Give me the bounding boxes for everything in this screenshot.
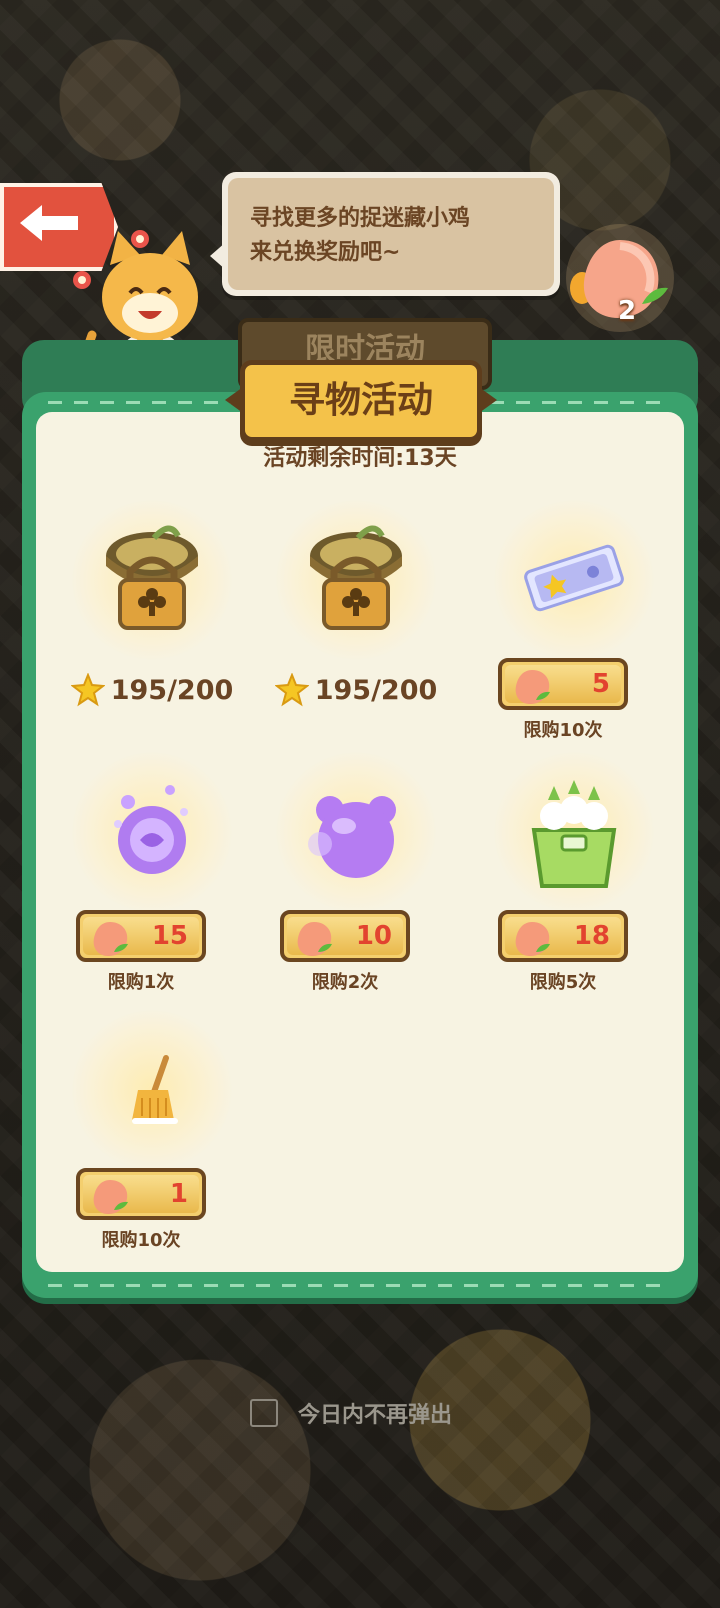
reward-item-locked-pot-2[interactable]: 195/200 [256,500,456,740]
buy-price-button[interactable]: 18 [498,910,628,962]
dont-show-today-checkbox[interactable] [250,1399,278,1427]
price-value: 18 [573,921,610,951]
buy-price-button[interactable]: 15 [76,910,206,962]
event-remaining-time: 活动剩余时间:13天 [263,446,457,471]
star-progress-value: 195/200 [110,674,234,706]
reward-item-broom[interactable]: 1 限购10次 [52,1010,252,1251]
speech-bubble-text: 寻找更多的捉迷藏小鸡 来兑换奖励吧~ [228,178,554,290]
purchase-limit: 限购5次 [529,972,597,993]
speech-bubble: 寻找更多的捉迷藏小鸡 来兑换奖励吧~ [210,172,560,296]
star-progress: 195/200 [256,670,456,710]
peach-count: 2 [618,296,637,326]
purchase-limit: 限购10次 [523,720,603,741]
purple-bear-bubble-icon [308,796,396,878]
peach-icon [297,922,332,956]
peach-icon [515,670,550,704]
price-value: 1 [169,1179,188,1209]
buy-price-button[interactable]: 1 [76,1168,206,1220]
price-value: 5 [591,669,610,699]
green-bag-icon [531,780,617,888]
speech-bubble-tail [210,242,226,270]
peach-currency-counter: 2 [560,218,680,338]
price-value: 15 [151,921,188,951]
lock-pot-icon [310,525,402,630]
reward-item-locked-pot-1[interactable]: 195/200 [52,500,252,740]
ticket-icon [524,544,624,612]
star-icon [274,673,309,707]
reward-item-purple-orb[interactable] [0,0,200,240]
peach-icon [515,922,550,956]
star-progress: 195/200 [52,670,252,710]
broom-icon [132,1055,178,1124]
reward-item-purple-orb[interactable]: 15 限购1次 [52,752,252,993]
dont-show-today-label: 今日内不再弹出 [298,1403,453,1428]
buy-price-button[interactable]: 5 [498,658,628,710]
lock-pot-icon [106,525,198,630]
dont-show-today-option[interactable]: 今日内不再弹出 [250,1398,452,1428]
star-progress-value: 195/200 [314,674,438,706]
reward-item-green-bag[interactable]: 18 限购5次 [474,752,674,993]
purple-orb-icon [114,785,188,874]
tab-find-items-event[interactable]: 寻物活动 [240,360,482,442]
purchase-limit: 限购1次 [107,972,175,993]
star-icon [70,673,105,707]
reward-item-purple-bear[interactable]: 10 限购2次 [256,752,456,993]
price-value: 10 [355,921,392,951]
purchase-limit: 限购2次 [311,972,379,993]
peach-icon [93,1180,128,1214]
buy-price-button[interactable]: 10 [280,910,410,962]
peach-icon [93,922,128,956]
purchase-limit: 限购10次 [101,1230,181,1251]
reward-item-ticket[interactable]: 5 限购10次 [474,500,674,741]
